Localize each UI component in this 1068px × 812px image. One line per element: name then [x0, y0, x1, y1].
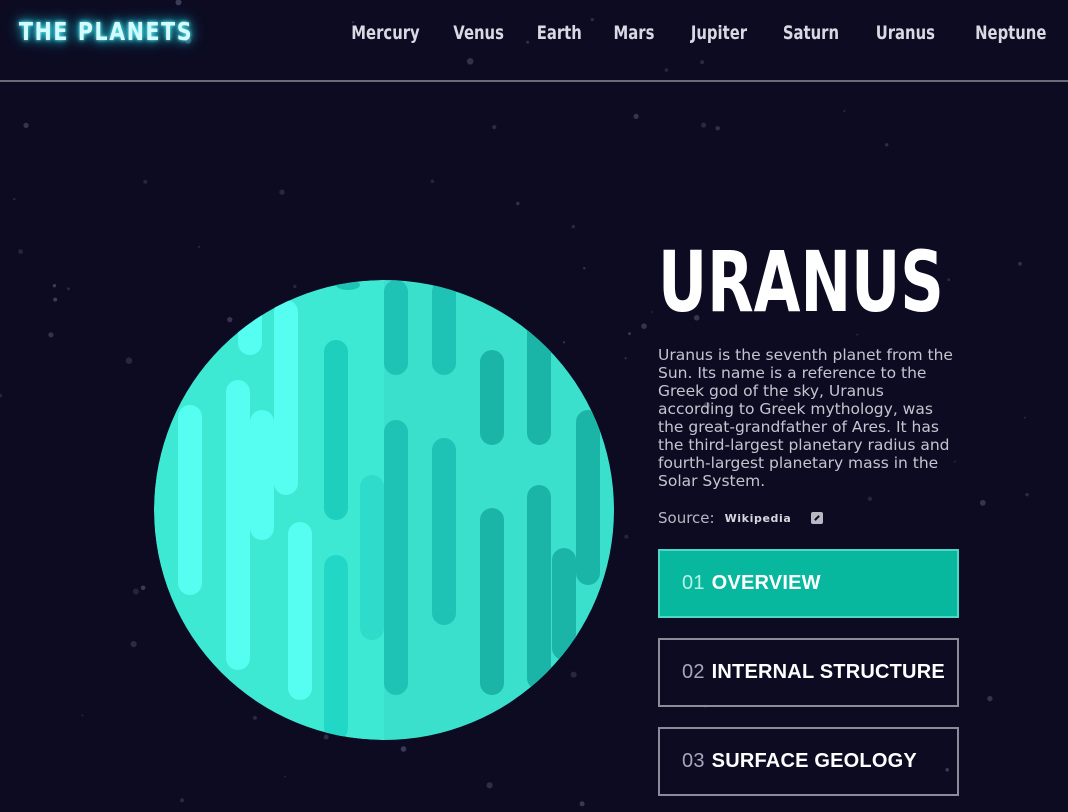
planet-stripe	[384, 280, 408, 375]
tab-number: 03	[682, 750, 705, 772]
planet-stripe	[432, 280, 456, 375]
planet-stripe	[552, 548, 576, 660]
tab-number: 02	[682, 661, 705, 683]
external-link-icon[interactable]	[811, 512, 824, 524]
planet-stripe	[238, 300, 262, 355]
tab-label: SURFACE GEOLOGY	[711, 750, 917, 772]
star	[624, 357, 627, 360]
star	[624, 534, 629, 539]
site-header: THE PLANETS Mercury Venus Earth Mars Jup…	[0, 0, 1068, 82]
tab-label: INTERNAL STRUCTURE	[711, 661, 945, 683]
planet-stripe	[250, 410, 274, 540]
star	[947, 278, 951, 282]
star	[18, 249, 23, 255]
tab-overview[interactable]: 01 OVERVIEW	[658, 549, 959, 618]
tab-internal-structure[interactable]: 02 INTERNAL STRUCTURE	[658, 638, 959, 707]
page: THE PLANETS Mercury Venus Earth Mars Jup…	[0, 0, 1068, 812]
wikipedia-link[interactable]: Wikipedia	[725, 512, 792, 525]
nav-item-mars[interactable]: Mars	[614, 22, 655, 44]
planet-stripe	[178, 405, 202, 595]
planet-stripe	[324, 340, 348, 520]
star	[633, 113, 639, 119]
nav-item-venus[interactable]: Venus	[454, 22, 505, 44]
star	[516, 201, 520, 206]
planet-stripe	[384, 420, 408, 695]
star	[52, 284, 57, 288]
star	[81, 714, 84, 717]
star	[23, 122, 29, 128]
source-label: Source:	[658, 509, 715, 527]
star	[132, 588, 139, 595]
star	[492, 125, 497, 130]
star	[279, 189, 285, 195]
star	[140, 585, 146, 591]
nav-item-earth[interactable]: Earth	[537, 22, 582, 44]
star	[867, 496, 873, 501]
star	[1023, 416, 1026, 419]
star	[143, 179, 148, 184]
star	[198, 246, 200, 248]
star	[987, 695, 993, 702]
planet-stripe	[576, 410, 600, 585]
planet-stripe	[480, 508, 504, 695]
planet-stripe	[336, 280, 360, 290]
star	[130, 641, 137, 648]
planet-stripe	[324, 555, 348, 740]
planet-stripe	[360, 475, 384, 640]
star	[13, 198, 16, 201]
planet-stripe	[527, 485, 551, 690]
star	[67, 287, 70, 291]
star	[579, 801, 585, 807]
star	[53, 297, 58, 302]
planet-stripe	[432, 438, 456, 625]
star	[284, 775, 286, 778]
star	[400, 746, 407, 752]
star	[843, 109, 846, 113]
star	[430, 179, 435, 184]
tab-label: OVERVIEW	[711, 572, 821, 594]
nav-item-saturn[interactable]: Saturn	[782, 22, 838, 44]
nav-item-uranus[interactable]: Uranus	[875, 22, 934, 44]
star	[571, 224, 575, 229]
star	[0, 393, 3, 398]
planet-title: URANUS	[658, 233, 944, 331]
star	[583, 267, 586, 270]
planet-stripe	[527, 300, 551, 445]
star	[486, 782, 493, 789]
star	[979, 499, 986, 506]
planet-image	[154, 280, 614, 740]
star	[1018, 261, 1022, 266]
planet-stripe	[480, 350, 504, 445]
nav-item-mercury[interactable]: Mercury	[351, 22, 419, 44]
planet-stripe	[274, 300, 298, 495]
star	[650, 311, 653, 313]
star	[1025, 493, 1029, 497]
nav-item-neptune[interactable]: Neptune	[975, 22, 1046, 44]
nav-item-jupiter[interactable]: Jupiter	[690, 22, 746, 44]
planet-description: Uranus is the seventh planet from the Su…	[658, 346, 953, 490]
source-line: Source: Wikipedia	[658, 509, 824, 527]
tab-number: 01	[682, 572, 705, 594]
star	[125, 357, 133, 365]
star	[701, 122, 707, 128]
planet-stripe	[226, 380, 250, 670]
star	[885, 143, 889, 147]
star	[641, 323, 647, 330]
star	[180, 798, 184, 803]
site-logo[interactable]: THE PLANETS	[19, 17, 193, 46]
star	[48, 332, 54, 338]
star	[856, 333, 859, 336]
planet-stripe	[288, 522, 312, 700]
star	[628, 332, 631, 336]
planet-nav: Mercury Venus Earth Mars Jupiter Saturn …	[312, 22, 1046, 44]
star	[715, 126, 720, 131]
tab-surface-geology[interactable]: 03 SURFACE GEOLOGY	[658, 727, 959, 796]
